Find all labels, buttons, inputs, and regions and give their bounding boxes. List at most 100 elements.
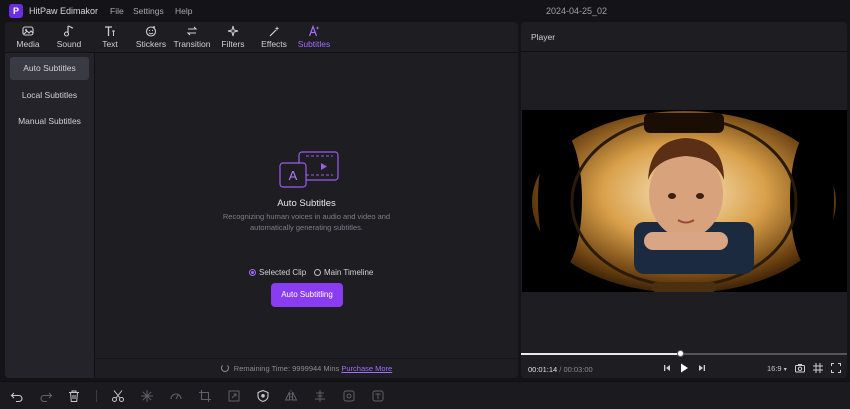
align-button[interactable] xyxy=(313,389,327,403)
transform-button[interactable] xyxy=(227,389,241,403)
auto-subtitles-illustration-icon: A xyxy=(279,151,339,188)
player-header: Player xyxy=(521,22,847,52)
playback-progress-fill xyxy=(521,353,681,355)
media-icon xyxy=(22,26,34,36)
text-to-speech-button[interactable] xyxy=(371,389,385,403)
tab-stickers[interactable]: Stickers xyxy=(129,25,173,51)
tab-subtitles-label: Subtitles xyxy=(297,39,331,49)
speed-icon xyxy=(170,393,182,400)
tab-filters-label: Filters xyxy=(221,39,245,49)
tab-effects-label: Effects xyxy=(261,39,287,49)
redo-button[interactable] xyxy=(39,389,53,403)
radio-selected-clip[interactable]: Selected Clip xyxy=(249,266,306,278)
toolbar-separator xyxy=(96,390,97,402)
align-icon xyxy=(315,390,325,402)
crop-icon xyxy=(199,390,211,402)
video-preview[interactable] xyxy=(522,110,847,292)
magic-wand-icon xyxy=(269,26,280,37)
sidenav-item-local-subtitles[interactable]: Local Subtitles xyxy=(10,84,89,107)
document-title: 2024-04-25_02 xyxy=(546,6,608,16)
crop-button[interactable] xyxy=(198,389,212,403)
undo-icon xyxy=(10,392,23,403)
prev-frame-icon[interactable] xyxy=(661,362,673,374)
sticker-icon xyxy=(145,26,157,37)
purchase-more-link[interactable]: Purchase More xyxy=(341,364,392,373)
tab-text-label: Text xyxy=(102,39,118,49)
tab-subtitles[interactable]: Subtitles xyxy=(292,25,336,51)
subtitle-sidenav: Auto Subtitles Local Subtitles Manual Su… xyxy=(5,53,95,378)
auto-subtitles-title: Auto Subtitles xyxy=(277,198,336,209)
radio-selected-clip-label: Selected Clip xyxy=(259,267,307,277)
transform-icon xyxy=(228,390,240,402)
split-scissors-icon xyxy=(112,390,124,402)
tab-media[interactable]: Media xyxy=(6,25,50,51)
freeze-button[interactable] xyxy=(140,389,154,403)
media-toolbar: Media Sound Text Stickers Transition Fil… xyxy=(5,22,518,53)
mask-button[interactable] xyxy=(256,389,270,403)
scope-radio-group: Selected Clip Main Timeline xyxy=(95,266,518,278)
editor-panel: Media Sound Text Stickers Transition Fil… xyxy=(5,22,518,378)
menu-help[interactable]: Help xyxy=(175,6,192,16)
refresh-icon[interactable] xyxy=(220,364,229,372)
current-time: 00:01:14 xyxy=(528,365,558,374)
fullscreen-icon[interactable] xyxy=(830,362,842,374)
title-bar: P HitPaw Edimakor File Settings Help 202… xyxy=(0,0,850,22)
player-panel: Player 00:01:14 / 00:03:00 16:9 ▾ xyxy=(521,22,847,378)
tag-icon xyxy=(343,390,355,402)
camera-snapshot-icon[interactable] xyxy=(794,362,806,374)
undo-button[interactable] xyxy=(10,389,24,403)
delete-icon xyxy=(69,390,79,402)
remaining-time-text: Remaining Time: 9999944 Mins xyxy=(233,364,340,373)
music-note-icon xyxy=(63,25,74,37)
auto-subtitles-description: Recognizing human voices in audio and vi… xyxy=(222,212,391,232)
app-logo: P xyxy=(9,4,23,18)
crop-grid-icon[interactable] xyxy=(812,362,824,374)
app-name: HitPaw Edimakor xyxy=(29,6,99,16)
radio-main-timeline[interactable]: Main Timeline xyxy=(314,266,373,278)
sparkle-icon xyxy=(227,25,239,37)
split-button[interactable] xyxy=(111,389,125,403)
aspect-ratio-value: 16:9 xyxy=(767,364,782,373)
delete-button[interactable] xyxy=(67,389,81,403)
menu-file[interactable]: File xyxy=(110,6,124,16)
tab-transition-label: Transition xyxy=(173,39,211,49)
tab-media-label: Media xyxy=(16,39,40,49)
mirror-button[interactable] xyxy=(284,389,298,403)
sidenav-item-manual-subtitles[interactable]: Manual Subtitles xyxy=(10,110,89,133)
sidenav-item-auto-subtitles[interactable]: Auto Subtitles xyxy=(10,57,89,80)
auto-subtitling-button[interactable]: Auto Subtitling xyxy=(271,283,343,307)
auto-subtitles-content: A Auto Subtitles Recognizing human voice… xyxy=(95,53,518,378)
time-separator: / xyxy=(559,365,562,374)
play-icon[interactable] xyxy=(678,362,690,374)
text-to-speech-icon xyxy=(372,390,384,402)
menu-settings[interactable]: Settings xyxy=(133,6,164,16)
next-frame-icon[interactable] xyxy=(696,362,708,374)
total-time: 00:03:00 xyxy=(563,365,593,374)
aspect-ratio-select[interactable]: 16:9 ▾ xyxy=(767,364,787,373)
tab-stickers-label: Stickers xyxy=(135,39,167,49)
text-icon xyxy=(105,26,115,36)
remaining-time-footer: Remaining Time: 9999944 Mins Purchase Mo… xyxy=(95,358,518,378)
playback-time: 00:01:14 / 00:03:00 xyxy=(528,365,593,374)
tab-filters[interactable]: Filters xyxy=(211,25,255,51)
freeze-icon xyxy=(141,390,153,402)
illustration-letter: A xyxy=(289,168,298,183)
chevron-down-icon: ▾ xyxy=(783,367,787,373)
player-title: Player xyxy=(531,32,556,42)
tab-effects[interactable]: Effects xyxy=(252,25,296,51)
mirror-icon xyxy=(284,390,298,402)
transition-arrows-icon xyxy=(186,26,198,36)
timeline-toolbar xyxy=(0,381,850,409)
radio-selected-clip-indicator xyxy=(249,268,256,276)
tag-button[interactable] xyxy=(342,389,356,403)
tab-text[interactable]: Text xyxy=(88,25,132,51)
radio-main-timeline-label: Main Timeline xyxy=(324,267,374,277)
speed-button[interactable] xyxy=(169,389,183,403)
tab-transition[interactable]: Transition xyxy=(170,25,214,51)
playback-progress[interactable] xyxy=(521,350,847,357)
radio-main-timeline-indicator xyxy=(314,268,321,276)
redo-icon xyxy=(40,392,53,403)
playback-progress-handle[interactable] xyxy=(677,350,685,357)
subtitle-icon xyxy=(308,25,320,37)
tab-sound[interactable]: Sound xyxy=(47,25,91,51)
